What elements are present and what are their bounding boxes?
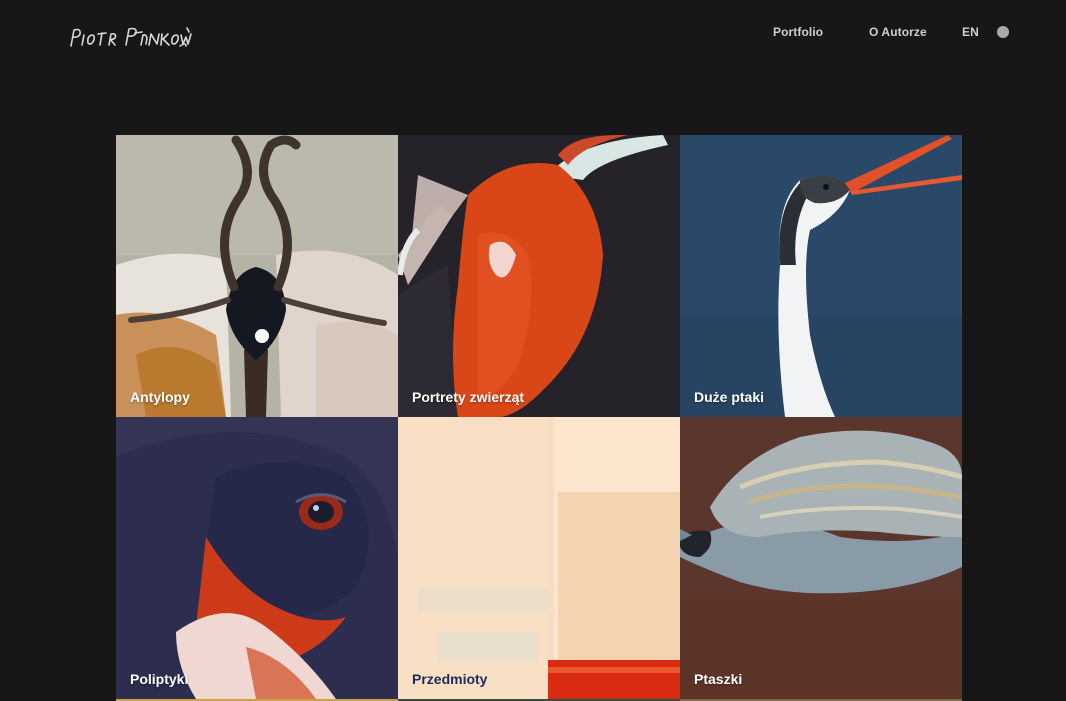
site-header: Portfolio O Autorze EN bbox=[0, 0, 1066, 80]
gallery-tile-duze-ptaki[interactable]: Duże ptaki bbox=[680, 135, 962, 417]
gallery-tile-portrety-zwierzat[interactable]: Portrety zwierząt bbox=[398, 135, 680, 417]
nav-language-en[interactable]: EN bbox=[962, 25, 979, 39]
heron-painting-icon bbox=[680, 135, 962, 417]
objects-painting-icon bbox=[398, 417, 680, 699]
gallery-tile-antylopy[interactable]: Antylopy bbox=[116, 135, 398, 417]
tile-label: Poliptyki bbox=[130, 671, 189, 687]
small-bird-painting-icon bbox=[680, 417, 962, 699]
gallery-tile-ptaszki[interactable]: Ptaszki bbox=[680, 417, 962, 699]
bird-eye-painting-icon bbox=[116, 417, 398, 699]
gallery-tile-przedmioty[interactable]: Przedmioty bbox=[398, 417, 680, 699]
nav-o-autorze[interactable]: O Autorze bbox=[869, 25, 927, 39]
gallery-tile-poliptyki[interactable]: Poliptyki bbox=[116, 417, 398, 699]
gallery-grid: Antylopy Portrety zwierząt Duże ptaki Po… bbox=[116, 135, 962, 701]
tile-label: Przedmioty bbox=[412, 671, 488, 687]
antelope-painting-icon bbox=[116, 135, 398, 417]
nav-portfolio[interactable]: Portfolio bbox=[773, 25, 823, 39]
menu-dot-toggle[interactable] bbox=[997, 26, 1009, 38]
tile-label: Antylopy bbox=[130, 389, 190, 405]
tile-label: Portrety zwierząt bbox=[412, 389, 525, 405]
tile-label: Ptaszki bbox=[694, 671, 743, 687]
tile-label: Duże ptaki bbox=[694, 389, 765, 405]
main-nav: Portfolio O Autorze EN bbox=[0, 25, 1066, 41]
animal-portrait-painting-icon bbox=[398, 135, 680, 417]
